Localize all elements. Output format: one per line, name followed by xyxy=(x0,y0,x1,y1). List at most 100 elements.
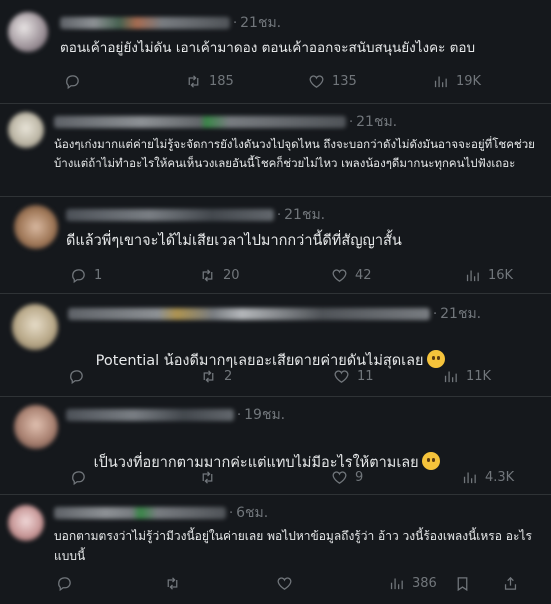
reply-post[interactable]: · 21ชม. น้องๆเก่งมากแต่ค่ายไม่รู้จะจัดกา… xyxy=(0,104,551,197)
heart-icon xyxy=(309,75,324,88)
reply-post[interactable]: · 21ชม. ดีแล้วพี่ๆเขาจะได้ไม่เสียเวลาไปม… xyxy=(0,197,551,294)
action-bar: 9 4.3K xyxy=(66,469,536,489)
views-icon xyxy=(390,578,403,590)
author-name[interactable] xyxy=(66,409,234,421)
like-count: 11 xyxy=(357,369,374,384)
timestamp[interactable]: 21ชม. xyxy=(356,111,397,133)
reply-button[interactable]: 1 xyxy=(70,267,102,284)
bookmark-button[interactable] xyxy=(454,575,478,592)
like-button[interactable]: 11 xyxy=(333,368,374,385)
view-count: 11K xyxy=(466,369,492,384)
avatar[interactable] xyxy=(14,405,58,449)
heart-icon xyxy=(277,577,292,590)
timestamp[interactable]: 19ชม. xyxy=(244,404,285,426)
reply-count: 1 xyxy=(94,268,103,283)
avatar[interactable] xyxy=(8,505,44,541)
comment-icon xyxy=(66,75,79,90)
author-name[interactable] xyxy=(68,308,430,320)
like-button[interactable] xyxy=(276,575,300,592)
avatar[interactable] xyxy=(14,205,58,249)
repost-button[interactable] xyxy=(199,469,223,486)
heart-icon xyxy=(334,370,349,383)
like-button[interactable]: 135 xyxy=(308,73,357,90)
reply-button[interactable] xyxy=(56,575,80,592)
heart-icon xyxy=(332,471,347,484)
author-name[interactable] xyxy=(54,116,346,128)
repost-button[interactable]: 185 xyxy=(185,73,234,90)
timestamp[interactable]: 6ชม. xyxy=(236,502,268,524)
reply-post[interactable]: · 19ชม. เป็นวงที่อยากตามมากค่ะแต่แทบไม่ม… xyxy=(0,397,551,495)
reply-header: · 6ชม. xyxy=(54,504,268,522)
view-count: 16K xyxy=(488,268,514,283)
timestamp[interactable]: 21ชม. xyxy=(240,12,281,34)
reply-button[interactable] xyxy=(68,368,92,385)
view-count: 4.3K xyxy=(485,470,515,485)
share-button[interactable] xyxy=(502,575,526,592)
comment-icon xyxy=(72,471,85,486)
repost-icon xyxy=(203,370,214,383)
comment-icon xyxy=(70,370,83,385)
views-button[interactable]: 4.3K xyxy=(461,469,514,486)
reply-header: · 19ชม. xyxy=(66,406,285,424)
action-bar: 1 20 42 16K xyxy=(66,267,536,287)
action-bar: 386 xyxy=(54,575,539,595)
avatar[interactable] xyxy=(12,304,58,350)
reply-header: · 21ชม. xyxy=(68,305,481,323)
like-count: 42 xyxy=(355,268,372,283)
author-name[interactable] xyxy=(60,17,230,29)
avatar[interactable] xyxy=(8,112,44,148)
repost-button[interactable]: 20 xyxy=(199,267,240,284)
like-button[interactable]: 42 xyxy=(331,267,372,284)
crying-face-emoji xyxy=(421,452,440,471)
reply-text: ตอนเค้าอยู่ยังไม่ดัน เอาเค้ามาดอง ตอนเค้… xyxy=(60,40,476,56)
reply-post[interactable]: · 21ชม. ตอนเค้าอยู่ยังไม่ดัน เอาเค้ามาดอ… xyxy=(0,0,551,104)
repost-icon xyxy=(202,269,213,282)
repost-icon xyxy=(202,471,213,484)
separator: · xyxy=(229,505,234,521)
repost-count: 185 xyxy=(209,74,234,89)
share-icon xyxy=(504,576,517,590)
heart-icon xyxy=(332,269,347,282)
repost-count: 20 xyxy=(223,268,240,283)
reply-button[interactable] xyxy=(70,469,94,486)
author-name[interactable] xyxy=(66,209,274,221)
action-bar: 2 11 11K xyxy=(68,368,538,388)
views-button[interactable]: 19K xyxy=(432,73,481,90)
reply-post[interactable]: · 21ชม. Potential น้องดีมากๆเลยอะเสียดาย… xyxy=(0,294,551,397)
views-icon xyxy=(463,472,476,484)
reply-text: ดีแล้วพี่ๆเขาจะได้ไม่เสียเวลาไปมากกว่านี… xyxy=(66,233,402,249)
comment-icon xyxy=(58,577,71,592)
reply-header: · 21ชม. xyxy=(54,113,397,131)
pleading-face-emoji xyxy=(426,350,445,369)
repost-icon xyxy=(188,75,199,88)
author-name[interactable] xyxy=(54,507,226,519)
separator: · xyxy=(237,407,242,423)
repost-count: 2 xyxy=(224,369,233,384)
reply-header: · 21ชม. xyxy=(60,14,281,32)
reply-button[interactable] xyxy=(64,73,88,90)
like-button[interactable]: 9 xyxy=(331,469,363,486)
view-count: 19K xyxy=(456,74,482,89)
timestamp[interactable]: 21ชม. xyxy=(440,303,481,325)
avatar[interactable] xyxy=(8,12,48,52)
views-button[interactable]: 11K xyxy=(442,368,491,385)
separator: · xyxy=(433,306,438,322)
timestamp[interactable]: 21ชม. xyxy=(284,204,325,226)
like-count: 9 xyxy=(355,470,364,485)
repost-button[interactable]: 2 xyxy=(200,368,232,385)
views-button[interactable]: 16K xyxy=(464,267,513,284)
views-button[interactable]: 386 xyxy=(388,575,437,592)
reply-text: น้องๆเก่งมากแต่ค่ายไม่รู้จะจัดการยังไงดั… xyxy=(54,137,535,170)
separator: · xyxy=(277,207,282,223)
views-icon xyxy=(444,371,457,383)
action-bar: 185 135 19K xyxy=(60,73,540,93)
reply-feed: · 21ชม. ตอนเค้าอยู่ยังไม่ดัน เอาเค้ามาดอ… xyxy=(0,0,551,604)
reply-post[interactable]: · 6ชม. บอกตามตรงว่าไม่รู้ว่ามีวงนี้อยู่ใ… xyxy=(0,495,551,604)
reply-header: · 21ชม. xyxy=(66,206,325,224)
separator: · xyxy=(349,114,354,130)
comment-icon xyxy=(72,269,85,284)
reply-text: บอกตามตรงว่าไม่รู้ว่ามีวงนี้อยู่ในค่ายเล… xyxy=(54,529,532,564)
separator: · xyxy=(233,15,238,31)
repost-icon xyxy=(167,577,178,590)
repost-button[interactable] xyxy=(164,575,188,592)
